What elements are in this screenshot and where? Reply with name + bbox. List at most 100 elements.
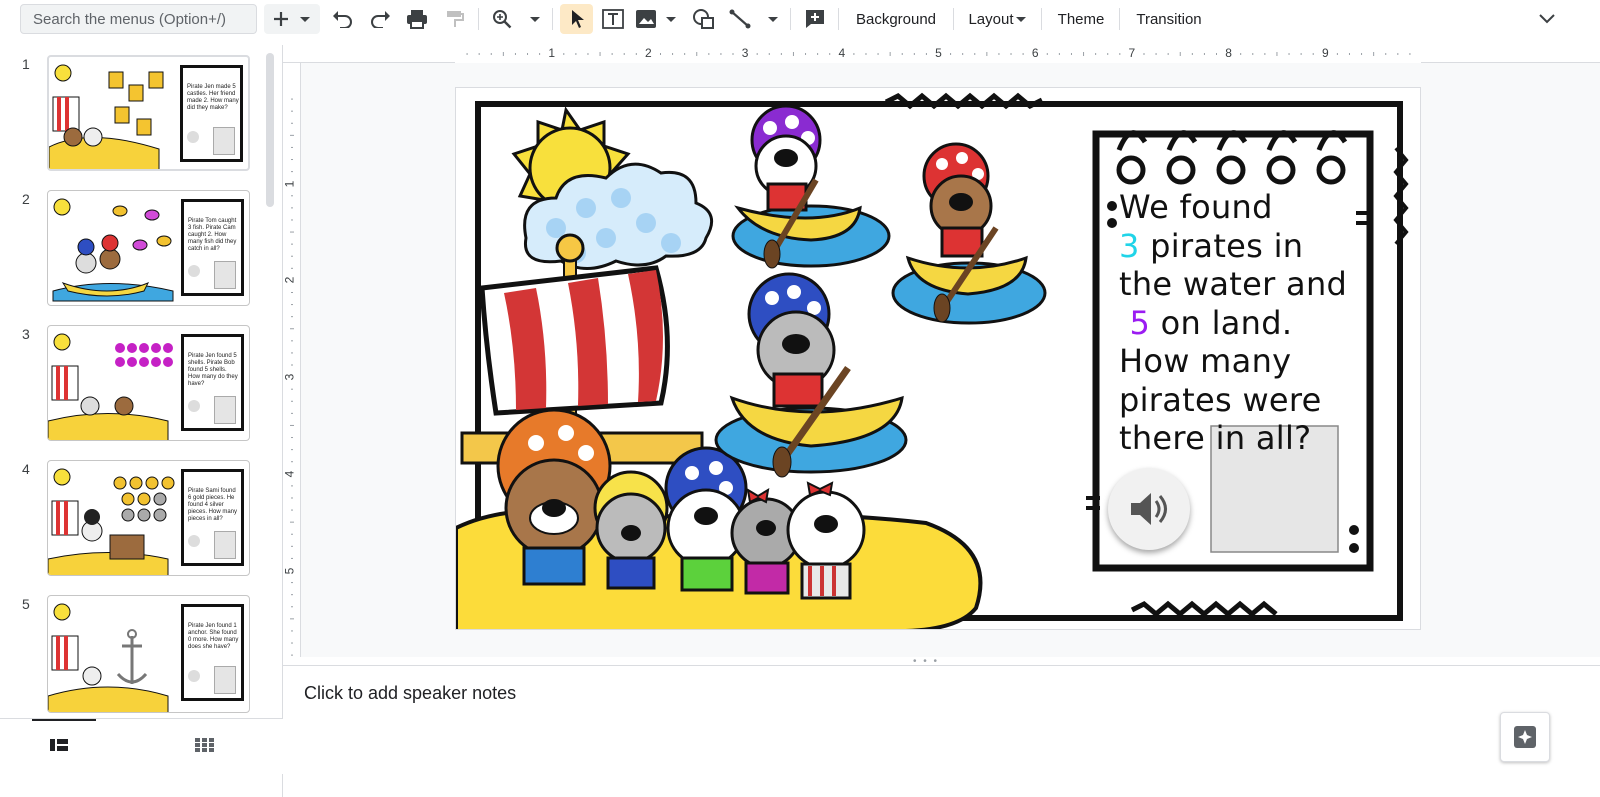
chevron-down-icon bbox=[1539, 14, 1555, 24]
search-menus-input[interactable]: Search the menus (Option+/) bbox=[20, 4, 257, 34]
slide-number: 2 bbox=[22, 191, 30, 207]
question-text-mid: pirates in the water and bbox=[1119, 226, 1348, 304]
explore-button[interactable] bbox=[1500, 712, 1550, 762]
answer-box bbox=[214, 531, 236, 559]
speaker-icon bbox=[1131, 493, 1167, 525]
thumbnail-question-card: Pirate Jen found 5 shells. Pirate Bob fo… bbox=[181, 334, 244, 431]
filmstrip-scrollbar[interactable] bbox=[266, 53, 274, 207]
grid-view-button[interactable] bbox=[193, 737, 219, 757]
thumbnail-question-text: Pirate Sami found 6 gold pieces. He foun… bbox=[188, 488, 238, 522]
ruler-label: 1 bbox=[548, 46, 556, 60]
collapse-menus-button[interactable] bbox=[1532, 4, 1562, 34]
slide-thumbnail-3[interactable]: Pirate Jen found 5 shells. Pirate Bob fo… bbox=[47, 325, 250, 441]
speaker-notes-placeholder[interactable]: Click to add speaker notes bbox=[304, 683, 516, 704]
question-text-end: on land. How many pirates were there in … bbox=[1119, 303, 1322, 458]
zoom-icon bbox=[493, 10, 540, 29]
chevron-down-icon bbox=[1015, 17, 1026, 22]
transition-button[interactable]: Transition bbox=[1127, 4, 1211, 34]
slide-number: 3 bbox=[22, 326, 30, 342]
filmstrip-view-icon bbox=[50, 739, 68, 751]
redo-icon bbox=[371, 11, 390, 28]
question-text[interactable]: We found 3 pirates in the water and 5 on… bbox=[1119, 188, 1357, 458]
thumbnail-question-text: Pirate Jen found 5 shells. Pirate Bob fo… bbox=[188, 353, 238, 387]
print-button[interactable] bbox=[402, 4, 432, 34]
thumbnail-question-card: Pirate Jen made 5 castles. Her friend ma… bbox=[180, 65, 243, 162]
slide-thumbnail-5[interactable]: Pirate Jen found 1 anchor. She found 0 m… bbox=[47, 595, 250, 713]
answer-box bbox=[214, 666, 236, 694]
separator bbox=[478, 8, 479, 30]
pirates-in-water bbox=[714, 104, 1047, 478]
ruler-label: 6 bbox=[1031, 46, 1039, 60]
zoom-button[interactable] bbox=[490, 4, 546, 34]
horizontal-ruler[interactable]: 1 2 3 4 5 6 7 8 9 bbox=[283, 45, 1600, 63]
answer-box bbox=[214, 396, 236, 424]
new-comment-button[interactable] bbox=[800, 4, 830, 34]
answer-box bbox=[213, 127, 235, 155]
toolbar: Search the menus (Option+/) Background L… bbox=[0, 0, 1600, 38]
insert-image-button[interactable] bbox=[634, 4, 680, 34]
select-tool-button[interactable] bbox=[560, 4, 593, 34]
cursor-arrow-icon bbox=[571, 10, 584, 28]
ruler-label: 5 bbox=[935, 46, 942, 60]
slide-number: 1 bbox=[22, 56, 30, 72]
undo-icon bbox=[333, 11, 352, 28]
new-slide-button[interactable] bbox=[264, 4, 320, 34]
question-text-start: We found bbox=[1119, 188, 1273, 226]
separator bbox=[838, 8, 839, 30]
ruler-label: 7 bbox=[1128, 46, 1136, 60]
answer-box bbox=[214, 261, 236, 289]
grid-view-icon bbox=[195, 738, 214, 752]
print-icon bbox=[407, 10, 427, 29]
theme-button[interactable]: Theme bbox=[1049, 4, 1113, 34]
separator bbox=[552, 8, 553, 30]
ruler-label: 2 bbox=[645, 46, 652, 60]
current-slide[interactable]: We found 3 pirates in the water and 5 on… bbox=[455, 87, 1421, 630]
paint-format-button[interactable] bbox=[440, 4, 470, 34]
line-button[interactable] bbox=[728, 4, 780, 34]
text-box-icon bbox=[602, 9, 624, 29]
filmstrip-view-button[interactable] bbox=[48, 737, 74, 757]
layout-button[interactable]: Layout bbox=[962, 4, 1034, 34]
image-icon bbox=[636, 10, 676, 28]
speaker-notes-area[interactable]: Click to add speaker notes bbox=[283, 665, 1600, 775]
layout-label: Layout bbox=[968, 10, 1014, 28]
text-box-button[interactable] bbox=[598, 4, 628, 34]
ruler-label: 2 bbox=[282, 277, 297, 284]
active-view-indicator bbox=[32, 719, 96, 721]
separator bbox=[1119, 8, 1120, 30]
vertical-ruler[interactable]: 1 2 3 4 5 bbox=[282, 63, 301, 657]
paint-format-icon bbox=[447, 11, 464, 27]
background-button[interactable]: Background bbox=[846, 4, 946, 34]
speaker-icon bbox=[188, 670, 200, 682]
ruler-label: 9 bbox=[1321, 46, 1329, 60]
ruler-label: 5 bbox=[282, 567, 297, 574]
slide-thumbnail-1[interactable]: Pirate Jen made 5 castles. Her friend ma… bbox=[47, 55, 250, 171]
ruler-label: 8 bbox=[1225, 46, 1232, 60]
undo-button[interactable] bbox=[328, 4, 358, 34]
separator bbox=[1041, 8, 1042, 30]
slide-number: 4 bbox=[22, 461, 30, 477]
line-icon bbox=[729, 9, 778, 29]
audio-play-button[interactable] bbox=[1108, 468, 1190, 550]
water-count: 3 bbox=[1119, 226, 1140, 265]
slide-thumbnail-2[interactable]: Pirate Tom caught 3 fish. Pirate Cam cau… bbox=[47, 190, 250, 306]
redo-button[interactable] bbox=[365, 4, 395, 34]
speaker-icon bbox=[188, 265, 200, 277]
separator bbox=[790, 8, 791, 30]
plus-icon bbox=[274, 12, 310, 26]
slide-number: 5 bbox=[22, 596, 30, 612]
ruler-label: 1 bbox=[282, 180, 297, 188]
add-comment-icon bbox=[806, 10, 824, 28]
ruler-label: 4 bbox=[282, 470, 297, 478]
filmstrip-view-bar bbox=[0, 718, 283, 774]
ruler-label: 3 bbox=[282, 373, 297, 381]
thumbnail-question-card: Pirate Sami found 6 gold pieces. He foun… bbox=[181, 469, 244, 566]
thumbnail-question-text: Pirate Tom caught 3 fish. Pirate Cam cau… bbox=[188, 218, 237, 252]
speaker-icon bbox=[188, 535, 200, 547]
shape-button[interactable] bbox=[690, 4, 718, 34]
ruler-label: 3 bbox=[741, 46, 749, 60]
slide-thumbnail-4[interactable]: Pirate Sami found 6 gold pieces. He foun… bbox=[47, 460, 250, 576]
ruler-label: 4 bbox=[838, 46, 846, 60]
thumbnail-question-text: Pirate Jen found 1 anchor. She found 0 m… bbox=[188, 623, 239, 650]
explore-sparkle-icon bbox=[1514, 726, 1536, 748]
